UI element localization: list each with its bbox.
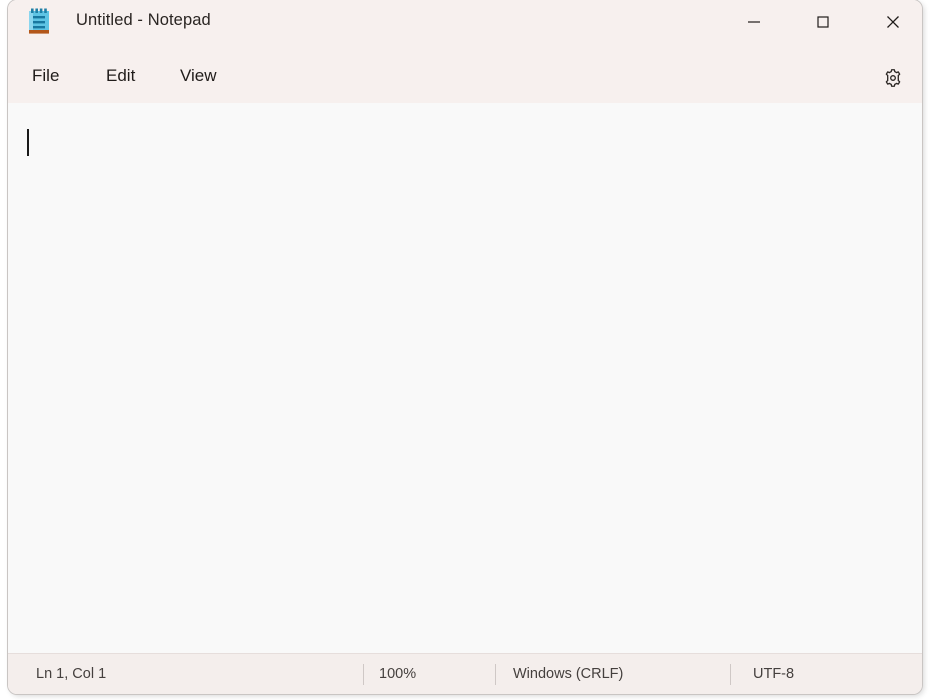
maximize-button[interactable] <box>800 0 846 44</box>
status-divider <box>495 664 496 685</box>
minimize-icon <box>748 21 760 23</box>
status-divider <box>363 664 364 685</box>
menu-bar: File Edit View <box>8 48 922 103</box>
notepad-window: Untitled - Notepad File Edit View Ln 1, … <box>8 0 922 694</box>
notepad-icon <box>27 8 51 36</box>
status-bar: Ln 1, Col 1 100% Windows (CRLF) UTF-8 <box>8 653 922 694</box>
desktop-background: Untitled - Notepad File Edit View Ln 1, … <box>0 0 930 700</box>
title-bar[interactable]: Untitled - Notepad <box>8 0 922 48</box>
settings-button[interactable] <box>874 62 912 94</box>
close-button[interactable] <box>870 0 916 44</box>
status-encoding[interactable]: UTF-8 <box>753 666 794 682</box>
status-cursor-position: Ln 1, Col 1 <box>36 666 107 682</box>
maximize-icon <box>817 16 829 28</box>
minimize-button[interactable] <box>731 0 777 44</box>
status-zoom-level[interactable]: 100% <box>379 666 416 682</box>
text-caret <box>27 129 29 156</box>
status-line-ending[interactable]: Windows (CRLF) <box>513 666 623 682</box>
text-editor-area[interactable] <box>8 103 922 653</box>
menu-item-edit[interactable]: Edit <box>100 61 141 91</box>
status-divider <box>730 664 731 685</box>
window-title: Untitled - Notepad <box>76 11 211 29</box>
close-icon <box>887 16 899 28</box>
gear-icon <box>885 69 901 87</box>
menu-item-view[interactable]: View <box>174 61 223 91</box>
menu-item-file[interactable]: File <box>26 61 65 91</box>
